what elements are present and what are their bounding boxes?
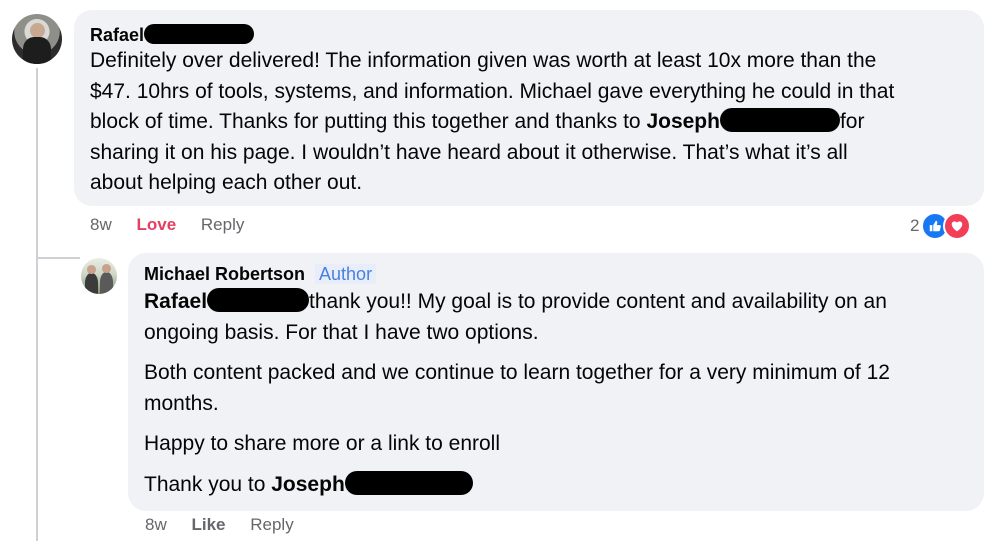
timestamp[interactable]: 8w bbox=[145, 515, 167, 534]
comment-actions: 8w Love Reply bbox=[90, 215, 244, 235]
redacted-surname bbox=[344, 470, 473, 495]
reply-line: Rafael thank you!! My goal is to provide … bbox=[144, 288, 887, 313]
comment-line: Definitely over delivered! The informati… bbox=[90, 49, 877, 72]
reply-actions: 8w Like Reply bbox=[145, 515, 294, 535]
avatar-rafael[interactable] bbox=[12, 14, 62, 64]
avatar-figure bbox=[84, 273, 99, 294]
thread-line-vertical bbox=[36, 68, 38, 541]
mention-joseph[interactable]: Joseph bbox=[646, 110, 720, 133]
love-icon bbox=[943, 212, 972, 240]
like-button[interactable]: Like bbox=[191, 515, 225, 534]
mention-rafael[interactable]: Rafael bbox=[144, 290, 207, 313]
reply-line: Thank you to Joseph bbox=[144, 470, 974, 501]
mention-joseph[interactable]: Joseph bbox=[271, 473, 345, 496]
comment-author[interactable]: Rafael bbox=[90, 24, 255, 46]
reply-button[interactable]: Reply bbox=[250, 515, 293, 534]
author-badge: Author bbox=[315, 264, 377, 284]
comment-bubble-rafael: Rafael Definitely over delivered! The in… bbox=[74, 10, 984, 206]
redacted-surname bbox=[144, 24, 255, 44]
love-reaction-button[interactable]: Love bbox=[136, 215, 176, 234]
reaction-count: 2 bbox=[910, 216, 920, 235]
reply-body: Rafael thank you!! My goal is to provide … bbox=[144, 287, 974, 500]
comment-line: sharing it on his page. I wouldn’t have … bbox=[90, 140, 848, 164]
avatar-body bbox=[23, 37, 51, 64]
reply-author-line: Michael Robertson Author bbox=[144, 263, 377, 285]
comment-line: $47. 10hrs of tools, systems, and inform… bbox=[90, 79, 895, 103]
comment-line: about helping each other out. bbox=[90, 171, 363, 194]
timestamp[interactable]: 8w bbox=[90, 215, 112, 234]
comment-line: block of time. Thanks for putting this t… bbox=[90, 108, 865, 133]
avatar-figure bbox=[99, 272, 114, 294]
reply-line: Both content packed and we continue to l… bbox=[144, 361, 890, 384]
reaction-summary[interactable]: 2 bbox=[910, 212, 972, 240]
reply-line: ongoing basis. For that I have two optio… bbox=[144, 320, 539, 344]
reply-line: Happy to share more or a link to enroll bbox=[144, 432, 501, 455]
avatar-head bbox=[87, 265, 97, 274]
redacted-surname bbox=[207, 288, 310, 312]
redacted-surname bbox=[719, 108, 840, 132]
reply-button[interactable]: Reply bbox=[201, 215, 244, 234]
avatar-head bbox=[101, 264, 111, 274]
thread-line-elbow bbox=[36, 257, 80, 259]
reply-author[interactable]: Michael Robertson bbox=[144, 264, 305, 284]
reply-bubble-michael: Michael Robertson Author Rafael thank you!… bbox=[128, 253, 984, 511]
reply-line: months. bbox=[144, 391, 219, 415]
avatar-head bbox=[29, 23, 45, 38]
comment-body: Definitely over delivered! The informati… bbox=[90, 46, 980, 199]
avatar-michael-robertson[interactable] bbox=[81, 258, 117, 294]
